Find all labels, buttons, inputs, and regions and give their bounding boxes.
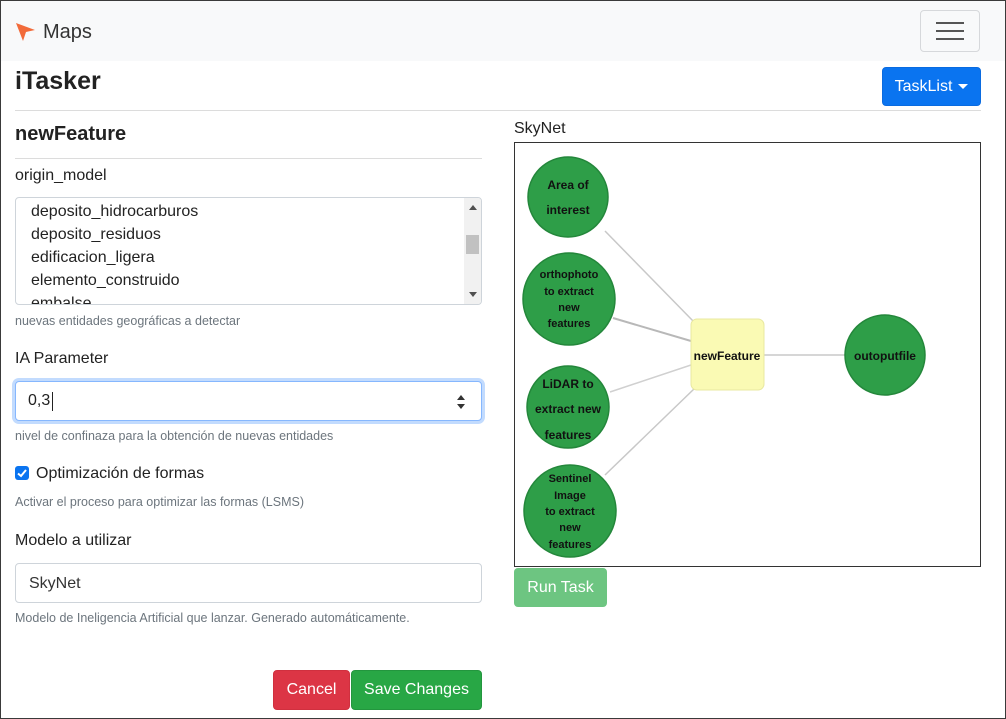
page-title: iTasker <box>15 67 101 95</box>
run-task-button[interactable]: Run Task <box>514 568 607 607</box>
model-value: SkyNet <box>29 575 81 592</box>
edge-area-to-center <box>604 230 696 324</box>
workflow-diagram[interactable]: Area of interest orthophoto to extract n… <box>514 142 981 567</box>
scrollbar-thumb[interactable] <box>466 235 479 254</box>
node-label: features <box>549 539 592 551</box>
select-option[interactable]: deposito_residuos <box>31 226 161 244</box>
ia-parameter-label: IA Parameter <box>15 350 109 367</box>
node-label: new <box>558 302 580 314</box>
model-label: Modelo a utilizar <box>15 532 132 549</box>
navigation-arrow-icon <box>16 23 35 41</box>
app-window: Maps iTasker TaskList newFeature origin_… <box>0 0 1006 719</box>
model-help: Modelo de Ineligencia Artificial que lan… <box>15 611 410 625</box>
node-label: features <box>548 318 591 330</box>
spin-down-icon[interactable] <box>457 404 465 409</box>
select-option[interactable]: deposito_hidrocarburos <box>31 203 198 221</box>
hamburger-icon <box>936 22 964 24</box>
number-spinner[interactable] <box>455 392 467 412</box>
cancel-button[interactable]: Cancel <box>273 670 350 710</box>
workflow-graph: Area of interest orthophoto to extract n… <box>522 156 926 558</box>
scrollbar[interactable] <box>464 198 481 304</box>
origin-model-help: nuevas entidades geográficas a detectar <box>15 314 241 328</box>
node-label: Image <box>554 490 586 502</box>
edge-sentinel-to-center <box>604 387 696 476</box>
tasklist-dropdown-button[interactable]: TaskList <box>882 67 981 106</box>
optimization-help: Activar el proceso para optimizar las fo… <box>15 495 304 509</box>
node-area-of-interest[interactable]: Area of interest <box>527 156 609 238</box>
divider <box>15 110 981 111</box>
hamburger-icon <box>936 38 964 40</box>
hamburger-icon <box>936 30 964 32</box>
node-label: extract new <box>535 402 602 416</box>
node-label: outoputfile <box>854 349 916 363</box>
edge-ortho-to-center <box>612 317 692 342</box>
save-changes-button[interactable]: Save Changes <box>351 670 482 710</box>
node-outputfile[interactable]: outoputfile <box>844 314 926 396</box>
node-label: newFeature <box>694 349 761 363</box>
node-label: LiDAR to <box>542 377 593 391</box>
node-orthophoto[interactable]: orthophoto to extract new features <box>522 252 616 346</box>
ia-parameter-input[interactable]: 0,3 <box>15 381 482 421</box>
origin-model-label: origin_model <box>15 167 107 184</box>
scroll-down-icon[interactable] <box>469 292 477 297</box>
node-newfeature[interactable]: newFeature <box>690 318 765 391</box>
select-option[interactable]: embalse <box>31 295 91 304</box>
edge-lidar-to-center <box>609 364 692 393</box>
optimization-checkbox[interactable] <box>15 466 29 480</box>
diagram-label: SkyNet <box>514 120 566 137</box>
node-label: orthophoto <box>540 269 599 281</box>
ia-parameter-value: 0,3 <box>28 392 51 409</box>
model-input[interactable]: SkyNet <box>15 563 482 603</box>
tasklist-label: TaskList <box>894 77 953 95</box>
divider <box>15 158 482 159</box>
scroll-up-icon[interactable] <box>469 205 477 210</box>
node-label: Sentinel <box>549 473 592 485</box>
select-option[interactable]: elemento_construido <box>31 272 180 290</box>
brand-text: Maps <box>43 20 92 43</box>
brand-link[interactable]: Maps <box>15 17 92 47</box>
node-label: Area of <box>547 178 589 192</box>
node-sentinel[interactable]: Sentinel Image to extract new features <box>523 464 617 558</box>
node-label: interest <box>546 203 589 217</box>
select-option[interactable]: edificacion_ligera <box>31 249 155 267</box>
form-title: newFeature <box>15 123 127 145</box>
caret-down-icon <box>958 84 969 89</box>
node-lidar[interactable]: LiDAR to extract new features <box>526 365 610 449</box>
optimization-label[interactable]: Optimización de formas <box>36 465 204 483</box>
ia-parameter-help: nivel de confinaza para la obtención de … <box>15 429 334 443</box>
navbar-toggler-button[interactable] <box>920 10 980 52</box>
node-label: to extract <box>545 506 595 518</box>
checkmark-icon <box>17 469 27 478</box>
node-label: features <box>545 428 592 442</box>
node-label: to extract <box>544 286 594 298</box>
navbar: Maps <box>1 1 1005 61</box>
text-cursor <box>52 392 53 411</box>
spin-up-icon[interactable] <box>457 395 465 400</box>
node-label: new <box>559 522 581 534</box>
origin-model-select[interactable]: deposito_hidrocarburos deposito_residuos… <box>15 197 482 305</box>
